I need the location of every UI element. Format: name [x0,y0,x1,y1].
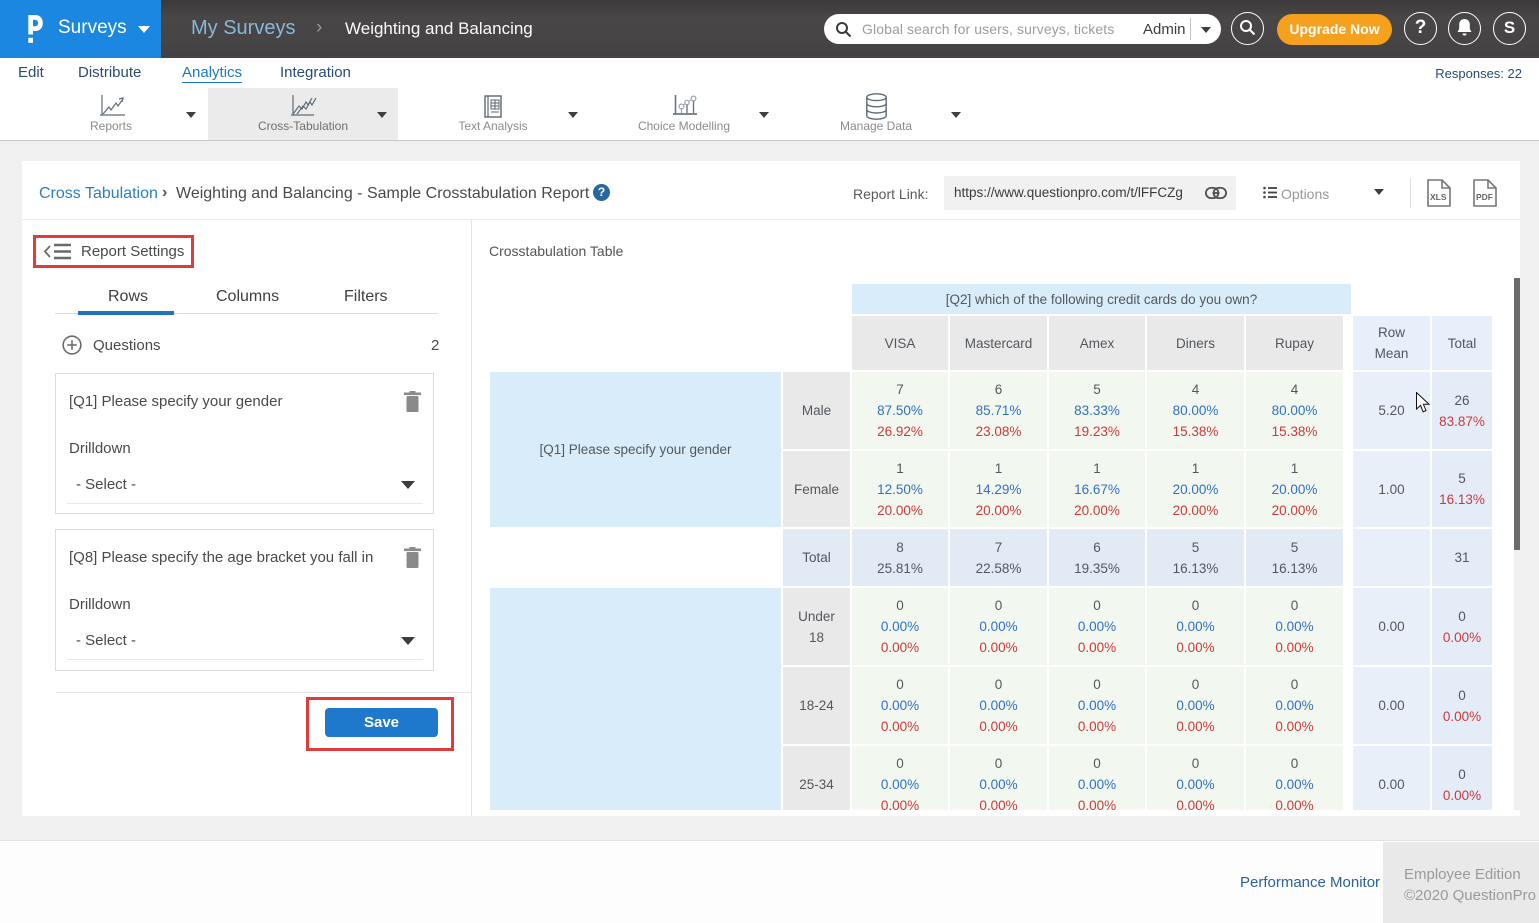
svg-text:PDF: PDF [1476,192,1493,202]
svg-text:XLS: XLS [1430,192,1447,202]
